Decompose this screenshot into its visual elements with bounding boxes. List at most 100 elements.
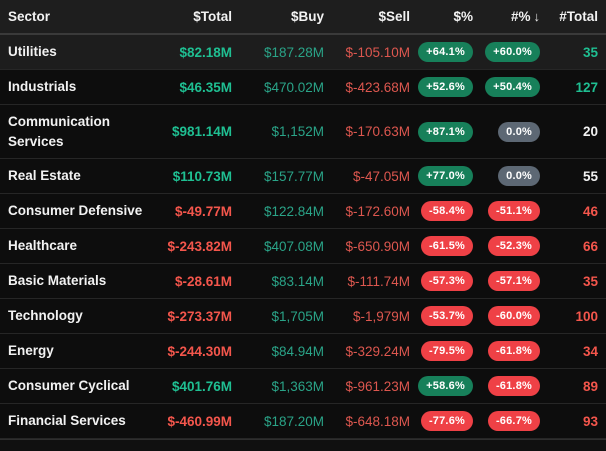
column-header-dollar_buy[interactable]: $Buy: [232, 9, 324, 24]
sector-name: Energy: [0, 334, 150, 368]
table-body: Utilities$82.18M$187.28M$-105.10M+64.1%+…: [0, 35, 606, 439]
dollar-buy-value: $122.84M: [232, 204, 324, 219]
number-percent-badge: -51.1%: [488, 201, 540, 221]
number-percent-badge-cell: +50.4%: [473, 77, 540, 97]
dollar-total-value: $-273.37M: [150, 309, 232, 324]
sector-name: Industrials: [0, 70, 150, 104]
dollar-total-value: $-243.82M: [150, 239, 232, 254]
dollar-percent-badge: +58.6%: [418, 376, 473, 396]
dollar-sell-value: $-105.10M: [324, 45, 410, 60]
dollar-percent-badge: -77.6%: [421, 411, 473, 431]
table-row[interactable]: Consumer Defensive$-49.77M$122.84M$-172.…: [0, 194, 606, 229]
dollar-percent-badge: +52.6%: [418, 77, 473, 97]
dollar-percent-badge: -79.5%: [421, 341, 473, 361]
number-percent-badge: 0.0%: [498, 166, 540, 186]
table-header-row: Sector $Total $Buy $Sell $%#%↓ #Total: [0, 0, 606, 35]
dollar-total-value: $981.14M: [150, 124, 232, 139]
dollar-sell-value: $-170.63M: [324, 124, 410, 139]
dollar-buy-value: $157.77M: [232, 169, 324, 184]
number-percent-badge-cell: -57.1%: [473, 271, 540, 291]
dollar-percent-badge-cell: +77.0%: [410, 166, 473, 186]
table-row[interactable]: Technology$-273.37M$1,705M$-1,979M-53.7%…: [0, 299, 606, 334]
table-row[interactable]: Basic Materials$-28.61M$83.14M$-111.74M-…: [0, 264, 606, 299]
dollar-percent-badge-cell: +58.6%: [410, 376, 473, 396]
table-row[interactable]: Industrials$46.35M$470.02M$-423.68M +52.6…: [0, 70, 606, 105]
number-total-value: 20: [540, 124, 598, 139]
sector-name: Utilities: [0, 35, 150, 69]
dollar-sell-value: $-423.68M: [324, 80, 410, 95]
number-total-value: 34: [540, 344, 598, 359]
column-header-sector[interactable]: Sector: [0, 9, 150, 24]
number-percent-badge-cell: -61.8%: [473, 376, 540, 396]
number-percent-badge: -66.7%: [488, 411, 540, 431]
dollar-buy-value: $407.08M: [232, 239, 324, 254]
sector-name: Basic Materials: [0, 264, 150, 298]
column-header-label: $Buy: [291, 9, 324, 24]
number-total-value: 127: [540, 80, 598, 95]
dollar-percent-badge: -57.3%: [421, 271, 473, 291]
number-percent-badge-cell: -61.8%: [473, 341, 540, 361]
dollar-sell-value: $-329.24M: [324, 344, 410, 359]
dollar-sell-value: $-648.18M: [324, 414, 410, 429]
column-header-num_total[interactable]: #Total: [540, 9, 598, 24]
table-bottom-strip: [0, 439, 606, 451]
dollar-buy-value: $470.02M: [232, 80, 324, 95]
number-percent-badge: -60.0%: [488, 306, 540, 326]
table-row[interactable]: Real Estate$110.73M$157.77M$-47.05M+77.0…: [0, 159, 606, 194]
sector-flow-table: Sector $Total $Buy $Sell $%#%↓ #Total Utiliti…: [0, 0, 606, 451]
table-row[interactable]: Financial Services$-460.99M$187.20M$-648…: [0, 404, 606, 439]
table-row[interactable]: Healthcare$-243.82M$407.08M$-650.90M-61.…: [0, 229, 606, 264]
table-row[interactable]: Energy$-244.30M$84.94M$-329.24M-79.5%-61…: [0, 334, 606, 369]
dollar-percent-badge-cell: -57.3%: [410, 271, 473, 291]
sector-name: Healthcare: [0, 229, 150, 263]
table-row[interactable]: Consumer Cyclical$401.76M$1,363M$-961.23…: [0, 369, 606, 404]
column-header-num_pct[interactable]: #%↓: [473, 9, 540, 24]
column-header-label: #%: [511, 9, 531, 24]
number-percent-badge: -57.1%: [488, 271, 540, 291]
dollar-sell-value: $-961.23M: [324, 379, 410, 394]
dollar-total-value: $46.35M: [150, 80, 232, 95]
sector-name: Communication Services: [0, 105, 150, 158]
dollar-percent-badge-cell: -61.5%: [410, 236, 473, 256]
sector-name: Technology: [0, 299, 150, 333]
dollar-percent-badge: +77.0%: [418, 166, 473, 186]
dollar-percent-badge-cell: -79.5%: [410, 341, 473, 361]
number-percent-badge-cell: +60.0%: [473, 42, 540, 62]
number-percent-badge: -61.8%: [488, 341, 540, 361]
dollar-percent-badge-cell: -58.4%: [410, 201, 473, 221]
column-header-dollar_pct[interactable]: $%: [410, 9, 473, 24]
number-percent-badge: 0.0%: [498, 122, 540, 142]
column-header-dollar_total[interactable]: $Total: [150, 9, 232, 24]
dollar-percent-badge-cell: -77.6%: [410, 411, 473, 431]
number-percent-badge: +60.0%: [485, 42, 540, 62]
dollar-percent-badge: +87.1%: [418, 122, 473, 142]
sector-name: Financial Services: [0, 404, 150, 438]
number-total-value: 35: [540, 274, 598, 289]
dollar-total-value: $-244.30M: [150, 344, 232, 359]
column-header-label: Sector: [8, 9, 50, 24]
dollar-percent-badge-cell: +87.1%: [410, 122, 473, 142]
column-header-label: $Sell: [378, 9, 410, 24]
dollar-buy-value: $1,152M: [232, 124, 324, 139]
dollar-percent-badge: -58.4%: [421, 201, 473, 221]
dollar-percent-badge-cell: +52.6%: [410, 77, 473, 97]
number-percent-badge: -61.8%: [488, 376, 540, 396]
number-percent-badge-cell: -60.0%: [473, 306, 540, 326]
dollar-buy-value: $187.28M: [232, 45, 324, 60]
dollar-total-value: $-460.99M: [150, 414, 232, 429]
number-total-value: 100: [540, 309, 598, 324]
table-row[interactable]: Utilities$82.18M$187.28M$-105.10M+64.1%+…: [0, 35, 606, 70]
dollar-buy-value: $187.20M: [232, 414, 324, 429]
column-header-dollar_sell[interactable]: $Sell: [324, 9, 410, 24]
number-total-value: 55: [540, 169, 598, 184]
column-header-label: #Total: [559, 9, 598, 24]
dollar-buy-value: $1,363M: [232, 379, 324, 394]
column-header-label: $%: [453, 9, 473, 24]
dollar-sell-value: $-111.74M: [324, 274, 410, 289]
table-row[interactable]: Communication Services$981.14M$1,152M$-1…: [0, 105, 606, 159]
dollar-buy-value: $1,705M: [232, 309, 324, 324]
dollar-sell-value: $-47.05M: [324, 169, 410, 184]
dollar-sell-value: $-172.60M: [324, 204, 410, 219]
dollar-total-value: $401.76M: [150, 379, 232, 394]
number-percent-badge-cell: 0.0%: [473, 166, 540, 186]
